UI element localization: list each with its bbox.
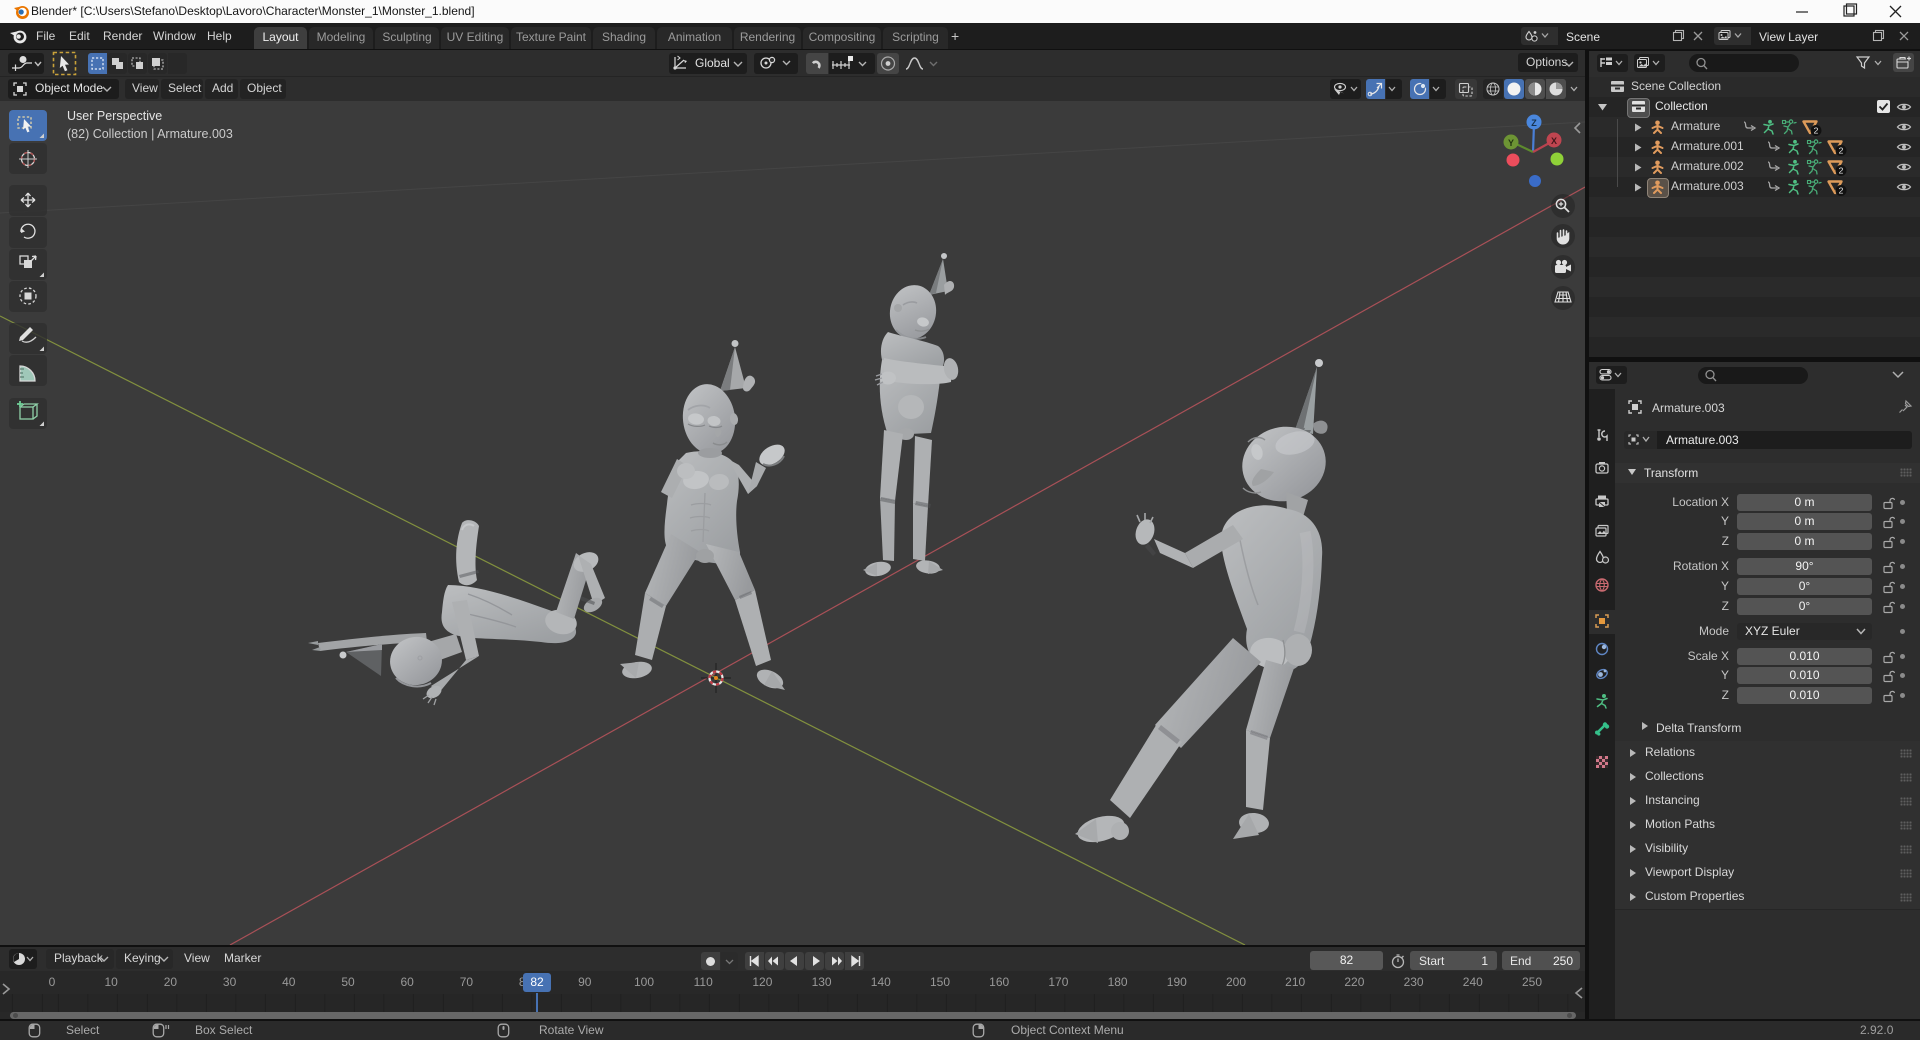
svg-text:Y: Y	[1508, 138, 1514, 148]
svg-text:2: 2	[1839, 146, 1844, 156]
svg-text:User Perspective: User Perspective	[67, 109, 162, 123]
svg-text:(82) Collection | Armature.003: (82) Collection | Armature.003	[67, 127, 233, 141]
svg-text:X: X	[1551, 136, 1557, 146]
svg-text:2: 2	[1839, 186, 1844, 196]
svg-text:2: 2	[1814, 126, 1819, 136]
svg-text:2: 2	[1839, 166, 1844, 176]
svg-text:Z: Z	[1531, 118, 1537, 128]
